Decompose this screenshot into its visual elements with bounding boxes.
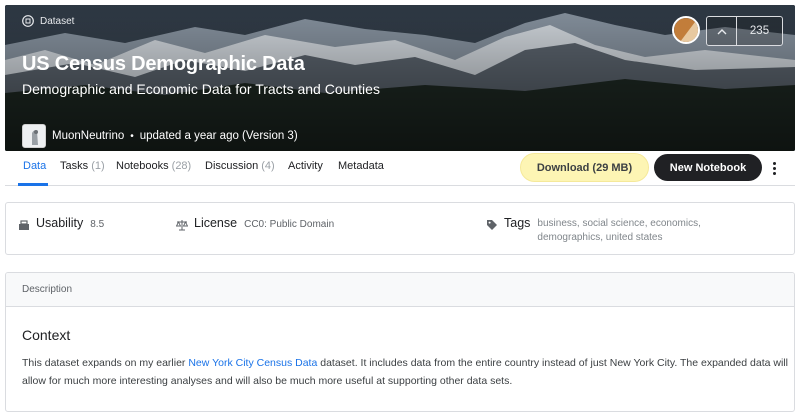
owner-name-link[interactable]: MuonNeutrino (52, 130, 124, 142)
dataset-icon (22, 15, 34, 27)
updated-text: updated a year ago (Version 3) (139, 130, 298, 142)
tab-label: Metadata (338, 160, 384, 172)
license-label: License (194, 216, 238, 230)
description-card: Description Context This dataset expands… (5, 272, 795, 412)
more-vertical-icon[interactable] (768, 158, 780, 178)
tab-label: Activity (288, 160, 323, 172)
tab-activity[interactable]: Activity (288, 160, 323, 172)
description-text-start: This dataset expands on my earlier (22, 357, 189, 369)
tab-label: Tasks (60, 160, 89, 172)
upvote-count: 235 (749, 25, 770, 37)
tab-count: (4) (261, 160, 275, 172)
new-notebook-button[interactable]: New Notebook (654, 154, 762, 181)
tab-count: (28) (171, 160, 192, 172)
tag-link[interactable]: united states (606, 232, 663, 243)
meta-separator: • (130, 130, 134, 142)
description-paragraph: This dataset expands on my earlier New Y… (22, 354, 792, 390)
tab-notebooks[interactable]: Notebooks (28) (116, 160, 191, 172)
tab-label: Notebooks (116, 160, 169, 172)
dataset-kind-text: Dataset (40, 15, 75, 27)
tags-item: Tags business, social science, economics… (486, 216, 722, 245)
dataset-kind-label: Dataset (22, 15, 74, 27)
chevron-up-icon (717, 28, 726, 34)
tab-tasks[interactable]: Tasks (1) (60, 160, 105, 172)
tab-label: Data (23, 160, 47, 172)
dataset-info-card: Usability 8.5 License CC0: Public Domain… (5, 202, 795, 255)
scale-icon (176, 220, 188, 231)
usability-value: 8.5 (90, 219, 105, 230)
dataset-tabs-bar: Data Tasks (1) Notebooks (28) Discussion… (5, 151, 795, 186)
context-heading: Context (22, 327, 71, 343)
download-button[interactable]: Download (29 MB) (520, 153, 649, 182)
tab-metadata[interactable]: Metadata (338, 160, 384, 172)
license-value[interactable]: CC0: Public Domain (244, 218, 334, 232)
usability-label: Usability (36, 216, 84, 230)
active-tab-indicator (18, 183, 48, 186)
tab-data[interactable]: Data (23, 160, 46, 172)
tab-discussion[interactable]: Discussion (4) (205, 160, 275, 172)
tags-list: business, social science, economics, dem… (537, 218, 701, 243)
tag-link[interactable]: business (537, 218, 576, 229)
owner-avatar[interactable] (22, 124, 46, 148)
tag-icon (487, 220, 497, 230)
tag-link[interactable]: demographics (537, 232, 600, 243)
upvote-button[interactable] (707, 17, 737, 45)
user-avatar[interactable] (672, 16, 700, 44)
tab-count: (1) (91, 160, 105, 172)
dataset-hero-banner: Dataset US Census Demographic Data Demog… (5, 5, 795, 151)
description-header: Description (6, 273, 794, 307)
nyc-census-data-link[interactable]: New York City Census Data (188, 357, 317, 369)
usability-item: Usability 8.5 (18, 216, 104, 232)
tab-label: Discussion (205, 160, 259, 172)
license-item: License CC0: Public Domain (176, 216, 334, 232)
tags-label: Tags (504, 216, 531, 230)
dataset-title: US Census Demographic Data (22, 53, 305, 75)
upvote-control: 235 (706, 16, 783, 46)
tag-link[interactable]: social science (582, 218, 644, 229)
usability-icon (19, 220, 29, 230)
dataset-subtitle: Demographic and Economic Data for Tracts… (22, 81, 380, 97)
dataset-meta: MuonNeutrino • updated a year ago (Versi… (22, 124, 298, 148)
tag-link[interactable]: economics (650, 218, 698, 229)
